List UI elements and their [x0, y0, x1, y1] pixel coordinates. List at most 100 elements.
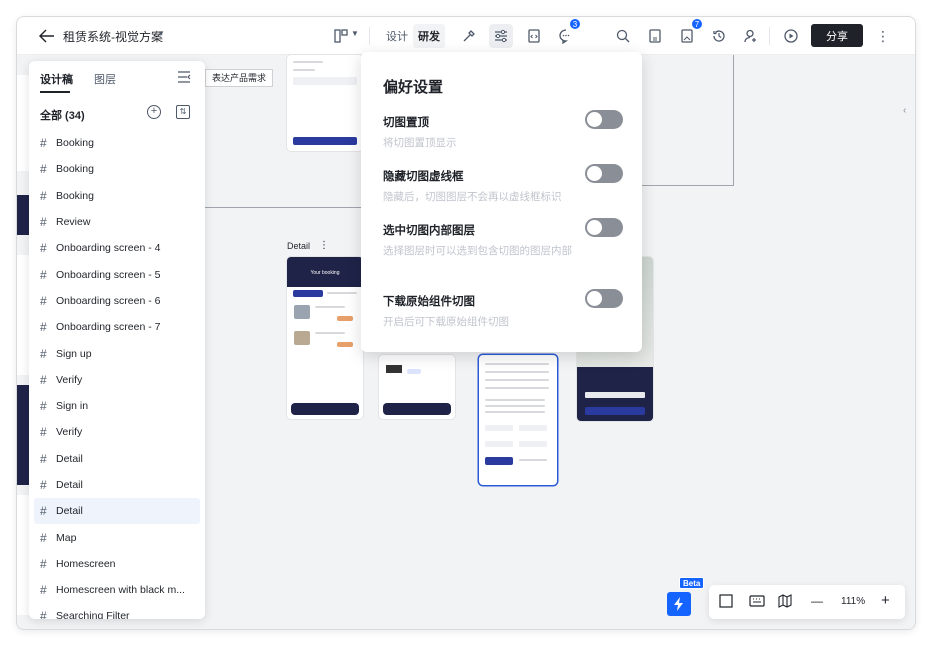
- frame-hash-icon: #: [40, 320, 47, 335]
- page-list-item-label: Review: [56, 216, 91, 229]
- page-list-item-label: Onboarding screen - 5: [56, 268, 161, 281]
- collapse-panel-icon[interactable]: [177, 71, 191, 86]
- toggle-knob: [587, 220, 602, 235]
- frame-hash-icon: #: [40, 215, 47, 230]
- frame-label: Detail: [287, 241, 311, 251]
- frame-hash-icon: #: [40, 504, 47, 519]
- zoom-toolbar: — 111% +: [709, 585, 905, 619]
- phone-frame-partial[interactable]: [379, 355, 455, 419]
- layout-panel-icon[interactable]: [329, 24, 353, 48]
- toggle-knob: [587, 166, 602, 181]
- page-list-item-label: Homescreen with black m...: [56, 584, 185, 597]
- beta-badge: Beta: [679, 577, 705, 589]
- preference-toggle[interactable]: [585, 289, 623, 308]
- pages-panel: 设计稿 图层 全部 (34) + ⇅ # Booking # Booking # Book…: [29, 61, 205, 619]
- frame-hash-icon: #: [40, 425, 47, 440]
- page-list-item[interactable]: # Onboarding screen - 4: [34, 235, 200, 261]
- annotation-label: 表达产品需求: [205, 69, 274, 87]
- code-file-icon[interactable]: [522, 24, 546, 48]
- page-list-item[interactable]: # Booking: [34, 130, 200, 156]
- frame-more-icon[interactable]: ⋮: [319, 240, 329, 251]
- zoom-level[interactable]: 111%: [841, 596, 865, 607]
- play-preview-icon[interactable]: [779, 24, 803, 48]
- preferences-popover: 偏好设置 切图置顶 将切图置顶显示 隐藏切图虚线框 隐藏后，切图图层不会再以虚线框标识…: [361, 52, 642, 352]
- settings-sliders-icon[interactable]: [489, 24, 513, 48]
- page-list-item-label: Map: [56, 531, 77, 544]
- preferences-title: 偏好设置: [383, 79, 444, 96]
- back-arrow-icon[interactable]: [35, 24, 59, 48]
- layout-chevron-down-icon[interactable]: ▼: [351, 29, 359, 38]
- page-list-item-label: Booking: [56, 137, 94, 150]
- page-list-item[interactable]: # Onboarding screen - 5: [34, 261, 200, 287]
- mode-design[interactable]: 设计: [381, 24, 413, 48]
- page-list-item[interactable]: # Verify: [34, 419, 200, 445]
- page-list-item[interactable]: # Detail: [34, 498, 200, 525]
- page-list-item[interactable]: # Sign up: [34, 340, 200, 366]
- preference-toggle[interactable]: [585, 110, 623, 129]
- updates-count-badge: 7: [691, 18, 703, 30]
- page-list-item-label: Verify: [56, 373, 83, 386]
- add-page-icon[interactable]: +: [147, 105, 161, 119]
- page-list-item[interactable]: # Onboarding screen - 7: [34, 314, 200, 340]
- preference-description: 开启后可下载原始组件切图: [383, 316, 509, 328]
- zoom-in-icon[interactable]: +: [881, 592, 890, 609]
- page-count-label: 全部 (34): [40, 110, 85, 122]
- history-icon[interactable]: [707, 24, 731, 48]
- chevron-left-icon[interactable]: ‹: [903, 105, 906, 116]
- share-button[interactable]: 分享: [811, 24, 863, 47]
- page-list-item[interactable]: # Onboarding screen - 6: [34, 288, 200, 314]
- frame-border: [205, 207, 381, 208]
- frame-hash-icon: #: [40, 293, 47, 308]
- phone-frame-detail-selected[interactable]: [479, 355, 557, 485]
- top-toolbar: 租赁系统-视觉方案 ▼ ▼ 设计 研发 3 7 分享 ⋮: [17, 17, 915, 55]
- page-list-item[interactable]: # Detail: [34, 446, 200, 472]
- more-options-icon[interactable]: ⋮: [871, 24, 895, 48]
- document-title[interactable]: 租赁系统-视觉方案: [63, 28, 163, 45]
- page-list-item[interactable]: # Detail: [34, 472, 200, 498]
- panel-tabs: 设计稿 图层: [29, 61, 205, 95]
- page-list-item[interactable]: # Verify: [34, 367, 200, 393]
- frame-border: [733, 55, 734, 185]
- lightning-icon[interactable]: [667, 592, 691, 616]
- page-list-item[interactable]: # Homescreen with black m...: [34, 577, 200, 603]
- phone-frame-booking[interactable]: Your booking: [287, 257, 363, 419]
- offscreen-frame: [17, 195, 29, 235]
- page-list-item[interactable]: # Review: [34, 209, 200, 235]
- tab-designs[interactable]: 设计稿: [40, 71, 73, 87]
- preference-toggle[interactable]: [585, 218, 623, 237]
- document-icon[interactable]: [643, 24, 667, 48]
- page-list: # Booking # Booking # Booking # Review # Onboardi…: [34, 130, 200, 619]
- zoom-out-icon[interactable]: —: [811, 594, 823, 608]
- frame-view-icon[interactable]: [719, 594, 733, 611]
- dropper-icon[interactable]: [457, 24, 481, 48]
- page-list-item[interactable]: # Booking: [34, 156, 200, 182]
- page-list-item-label: Onboarding screen - 4: [56, 242, 161, 255]
- keyboard-icon[interactable]: [749, 594, 765, 611]
- page-list-item-label: Detail: [56, 505, 83, 518]
- page-list-item[interactable]: # Booking: [34, 183, 200, 209]
- preference-description: 将切图置顶显示: [383, 137, 457, 149]
- phone-frame-top[interactable]: [287, 55, 363, 151]
- map-icon[interactable]: [778, 594, 792, 611]
- page-list-item[interactable]: # Homescreen: [34, 551, 200, 577]
- chevron-down-icon[interactable]: ▼: [157, 29, 165, 38]
- toggle-knob: [587, 112, 602, 127]
- frame-hash-icon: #: [40, 399, 47, 414]
- frame-hash-icon: #: [40, 346, 47, 361]
- page-list-item-label: Onboarding screen - 6: [56, 294, 161, 307]
- sort-icon[interactable]: ⇅: [176, 105, 190, 119]
- mode-dev[interactable]: 研发: [413, 24, 445, 48]
- frame-hash-icon: #: [40, 478, 47, 492]
- frame-hash-icon: #: [40, 530, 47, 545]
- frame-hash-icon: #: [40, 136, 47, 151]
- offscreen-frame: [17, 75, 29, 171]
- tab-layers[interactable]: 图层: [94, 71, 116, 87]
- search-icon[interactable]: [611, 24, 635, 48]
- page-list-item[interactable]: # Sign in: [34, 393, 200, 419]
- add-user-icon[interactable]: [739, 24, 763, 48]
- preference-toggle[interactable]: [585, 164, 623, 183]
- page-list-item-label: Searching Filter: [56, 610, 130, 619]
- mode-toggle: 设计 研发: [381, 24, 449, 48]
- page-list-item[interactable]: # Searching Filter: [34, 603, 200, 619]
- page-list-item[interactable]: # Map: [34, 524, 200, 550]
